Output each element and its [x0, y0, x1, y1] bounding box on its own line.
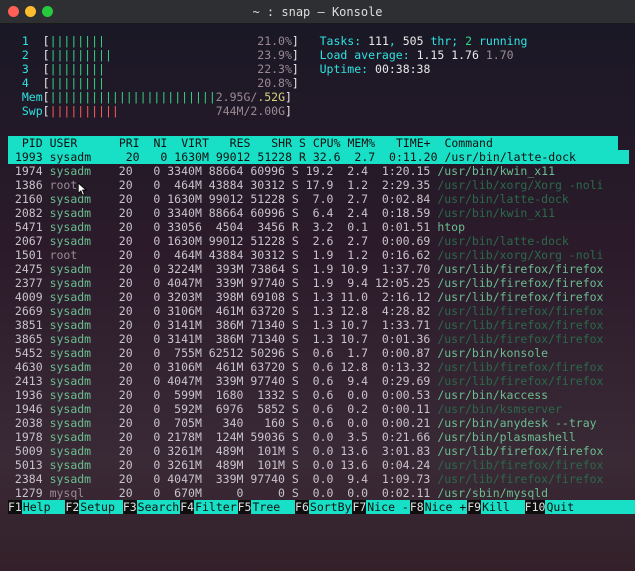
fkey: F5 [238, 500, 252, 514]
swp-used: 744M [216, 104, 244, 118]
footer-action[interactable]: Search [137, 500, 181, 514]
mem-slab: .52G [257, 90, 285, 104]
uptime-label: Uptime: [320, 62, 368, 76]
tasks-count: 111 [368, 34, 389, 48]
process-list[interactable]: 1974 sysadm 20 0 3340M 88664 60996 S 19.… [8, 164, 629, 500]
cursor-icon [78, 183, 89, 197]
table-row[interactable]: 5471 sysadm 20 0 33056 4504 3456 R 3.2 0… [8, 220, 629, 234]
table-row[interactable]: 3851 sysadm 20 0 3141M 386M 71340 S 1.3 … [8, 318, 629, 332]
loadavg-label: Load average: [320, 48, 410, 62]
table-row[interactable]: 2413 sysadm 20 0 4047M 339M 97740 S 0.6 … [8, 374, 629, 388]
window-title: ~ : snap — Konsole [0, 5, 635, 19]
konsole-window: ~ : snap — Konsole 1 [|||||||| 21.0%] Ta… [0, 0, 635, 571]
fkey: F2 [65, 500, 79, 514]
table-row[interactable]: 1974 sysadm 20 0 3340M 88664 60996 S 19.… [8, 164, 629, 178]
table-row[interactable]: 1936 sysadm 20 0 599M 1680 1332 S 0.6 0.… [8, 388, 629, 402]
thr-count: 505 [403, 34, 424, 48]
fkey: F8 [410, 500, 424, 514]
cpu3-pct: 22.3% [257, 62, 292, 76]
table-row[interactable]: 2384 sysadm 20 0 4047M 339M 97740 S 0.0 … [8, 472, 629, 486]
summary-block: 1 [|||||||| 21.0%] Tasks: 111, 505 thr; … [8, 34, 629, 118]
table-row[interactable]: 2475 sysadm 20 0 3224M 393M 73864 S 1.9 … [8, 262, 629, 276]
table-row[interactable]: 1946 sysadm 20 0 592M 6976 5852 S 0.6 0.… [8, 402, 629, 416]
table-row[interactable]: 5013 sysadm 20 0 3261M 489M 101M S 0.0 1… [8, 458, 629, 472]
fkey: F9 [467, 500, 481, 514]
cpu2-pct: 23.9% [257, 48, 292, 62]
table-row[interactable]: 4630 sysadm 20 0 3106M 461M 63720 S 0.6 … [8, 360, 629, 374]
footer-action[interactable]: Nice - [366, 500, 410, 514]
fkey: F1 [8, 500, 22, 514]
cpu1-pct: 21.0% [257, 34, 292, 48]
table-row[interactable]: 2377 sysadm 20 0 4047M 339M 97740 S 1.9 … [8, 276, 629, 290]
footer-action[interactable]: Kill [481, 500, 525, 514]
table-row[interactable]: 2669 sysadm 20 0 3106M 461M 63720 S 1.3 … [8, 304, 629, 318]
terminal-area[interactable]: 1 [|||||||| 21.0%] Tasks: 111, 505 thr; … [0, 24, 635, 571]
table-row[interactable]: 3865 sysadm 20 0 3141M 386M 71340 S 1.3 … [8, 332, 629, 346]
footer-bar: F1Help F2Setup F3SearchF4FilterF5Tree F6… [8, 500, 629, 514]
footer-action[interactable]: SortBy [309, 500, 353, 514]
table-row[interactable]: 2082 sysadm 20 0 3340M 88664 60996 S 6.4… [8, 206, 629, 220]
selected-row[interactable]: 1993 sysadm 20 0 1630M 99012 51228 R 32.… [8, 150, 629, 164]
footer-action[interactable]: Quit [545, 500, 589, 514]
swp-total: 2.00G [250, 104, 285, 118]
table-row[interactable]: 2067 sysadm 20 0 1630M 99012 51228 S 2.6… [8, 234, 629, 248]
table-row[interactable]: 1978 sysadm 20 0 2178M 124M 59036 S 0.0 … [8, 430, 629, 444]
fkey: F10 [525, 500, 546, 514]
la1: 1.15 [417, 48, 445, 62]
footer-action[interactable]: Nice + [424, 500, 468, 514]
fkey: F3 [123, 500, 137, 514]
table-row[interactable]: 4009 sysadm 20 0 3203M 398M 69108 S 1.3 … [8, 290, 629, 304]
table-row[interactable]: 2160 sysadm 20 0 1630M 99012 51228 S 7.0… [8, 192, 629, 206]
table-row[interactable]: 1386 root 20 0 464M 43884 30312 S 17.9 1… [8, 178, 629, 192]
header-row[interactable]: PID USER PRI NI VIRT RES SHR S CPU% MEM%… [8, 136, 629, 150]
table-row[interactable]: 1501 root 20 0 464M 43884 30312 S 1.9 1.… [8, 248, 629, 262]
footer-action[interactable]: Setup [79, 500, 123, 514]
uptime: 00:38:38 [375, 62, 430, 76]
fkey: F6 [295, 500, 309, 514]
mem-used: 2.95G [216, 90, 251, 104]
fkey: F4 [180, 500, 194, 514]
running-count: 2 [465, 34, 472, 48]
swp-label: Swp [22, 104, 43, 118]
titlebar[interactable]: ~ : snap — Konsole [0, 0, 635, 24]
la3: 1.70 [486, 48, 514, 62]
footer-action[interactable]: Tree [251, 500, 295, 514]
table-row[interactable]: 2038 sysadm 20 0 705M 340 160 S 0.6 0.0 … [8, 416, 629, 430]
footer-action[interactable]: Help [22, 500, 66, 514]
cpu4-pct: 20.8% [257, 76, 292, 90]
la2: 1.76 [451, 48, 479, 62]
table-row[interactable]: 1279 mysql 20 0 670M 0 0 S 0.0 0.0 0:02.… [8, 486, 629, 500]
tasks-label: Tasks: [320, 34, 362, 48]
fkey: F7 [352, 500, 366, 514]
footer-action[interactable]: Filter [194, 500, 238, 514]
mem-label: Mem [22, 90, 43, 104]
table-row[interactable]: 5452 sysadm 20 0 755M 62512 50296 S 0.6 … [8, 346, 629, 360]
table-row[interactable]: 5009 sysadm 20 0 3261M 489M 101M S 0.0 1… [8, 444, 629, 458]
